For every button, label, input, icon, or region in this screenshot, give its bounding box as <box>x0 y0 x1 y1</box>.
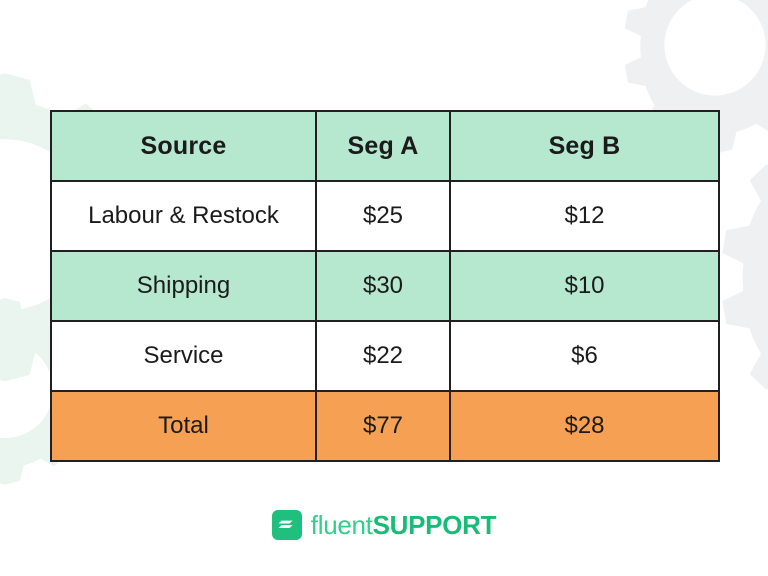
fluent-support-mark-icon <box>271 510 302 540</box>
cell-seg-b: $6 <box>449 320 720 392</box>
cell-seg-a: $30 <box>315 250 451 322</box>
cell-seg-b-total: $28 <box>449 390 720 462</box>
table-row: Labour & Restock $25 $12 <box>50 180 720 252</box>
table-row: Shipping $30 $10 <box>50 250 720 322</box>
cell-seg-a: $22 <box>315 320 451 392</box>
logo-wordmark: fluentSUPPORT <box>310 510 497 540</box>
table-row-total: Total $77 $28 <box>50 390 720 462</box>
column-header-seg-b: Seg B <box>449 110 720 182</box>
logo-word-support: SUPPORT <box>372 510 497 540</box>
table-header: Source Seg A Seg B <box>50 110 720 182</box>
cost-comparison-table: Source Seg A Seg B Labour & Restock $25 … <box>50 110 720 462</box>
cell-seg-b: $10 <box>449 250 720 322</box>
logo-word-fluent: fluent <box>310 510 373 540</box>
column-header-source: Source <box>50 110 317 182</box>
cell-source: Labour & Restock <box>50 180 317 252</box>
cell-source: Service <box>50 320 317 392</box>
fluent-support-logo: fluentSUPPORT <box>0 510 768 540</box>
cell-seg-a-total: $77 <box>315 390 451 462</box>
table-row: Service $22 $6 <box>50 320 720 392</box>
table-header-row: Source Seg A Seg B <box>50 110 720 182</box>
cell-seg-a: $25 <box>315 180 451 252</box>
column-header-seg-a: Seg A <box>315 110 451 182</box>
cell-seg-b: $12 <box>449 180 720 252</box>
cost-comparison-table-container: Source Seg A Seg B Labour & Restock $25 … <box>50 110 720 462</box>
cell-source-total: Total <box>50 390 317 462</box>
cell-source: Shipping <box>50 250 317 322</box>
table-body: Labour & Restock $25 $12 Shipping $30 $1… <box>50 180 720 462</box>
